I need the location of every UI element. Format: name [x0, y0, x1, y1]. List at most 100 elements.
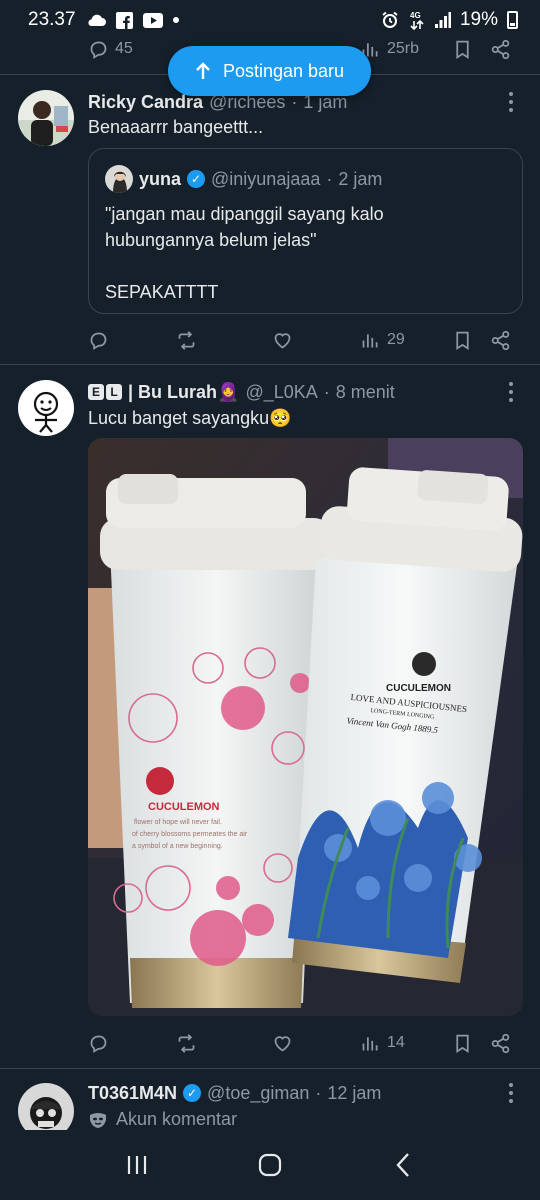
views-icon	[362, 1036, 378, 1050]
quote-line: "jangan mau dipanggil sayang kalo	[105, 204, 384, 224]
recent-apps-icon	[127, 1156, 146, 1174]
heart-icon	[274, 1035, 291, 1052]
mask-icon	[90, 1112, 106, 1128]
right-cup-brand: CUCULEMON	[386, 683, 451, 694]
separator: ·	[323, 381, 330, 402]
youtube-icon	[142, 12, 163, 28]
more-options-button[interactable]	[508, 92, 514, 112]
reply-button[interactable]	[88, 330, 109, 351]
reply-count: 45	[115, 40, 133, 57]
avatar[interactable]	[18, 380, 74, 436]
more-options-button[interactable]	[508, 382, 514, 402]
bookmark-icon	[456, 1034, 469, 1053]
network-4g-icon: 4G	[408, 10, 426, 30]
heart-icon	[274, 332, 291, 349]
reply-icon	[90, 41, 107, 59]
quoted-tweet[interactable]: yuna ✓ @iniyunajaaa · 2 jam "jangan mau …	[88, 148, 523, 314]
retweet-button[interactable]	[176, 1033, 197, 1054]
dot-icon	[509, 1099, 513, 1103]
separator: ·	[326, 168, 333, 189]
like-button[interactable]	[272, 330, 293, 351]
dot-icon	[509, 100, 513, 104]
bookmark-button[interactable]	[452, 39, 473, 60]
views-count: 29	[387, 331, 405, 348]
account-label-row: Akun komentar	[88, 1109, 237, 1130]
home-button[interactable]	[250, 1145, 290, 1185]
avatar[interactable]	[18, 90, 74, 146]
new-posts-label: Postingan baru	[222, 60, 345, 81]
left-cup-line: a symbol of a new beginning.	[132, 843, 223, 850]
verified-badge-icon: ✓	[183, 1084, 202, 1102]
share-button[interactable]	[490, 330, 511, 351]
dot-icon	[509, 1091, 513, 1095]
alarm-icon	[381, 11, 399, 29]
retweet-button[interactable]	[176, 330, 197, 351]
back-icon	[396, 1153, 410, 1177]
views-button[interactable]: 29	[360, 330, 405, 351]
cloud-icon	[86, 13, 106, 27]
badge-l: L	[106, 384, 122, 400]
quote-line: hubungannya belum jelas"	[105, 230, 317, 250]
display-name[interactable]: | Bu Lurah🧕	[128, 382, 239, 403]
views-button[interactable]: 25rb	[360, 39, 419, 60]
reply-icon	[90, 332, 107, 350]
display-name[interactable]: T0361M4N	[88, 1083, 177, 1104]
tweet-text: Lucu banget sayangku🥺	[88, 408, 292, 428]
views-icon	[362, 333, 378, 347]
tweet-text: Benaaarrr bangeettt...	[88, 117, 264, 137]
badge-e: E	[88, 384, 104, 400]
share-icon	[491, 39, 510, 59]
notification-dot-icon	[172, 17, 179, 23]
name-badges: E L	[88, 384, 122, 400]
account-label: Akun komentar	[116, 1109, 238, 1129]
quote-display-name: yuna	[139, 168, 182, 189]
user-handle[interactable]: @toe_giman	[207, 1083, 309, 1104]
share-icon	[491, 1033, 510, 1053]
dot-icon	[509, 1083, 513, 1087]
battery-percent: 19%	[459, 9, 498, 30]
system-navigation-bar	[0, 1130, 540, 1200]
bookmark-icon	[456, 331, 469, 350]
more-options-button[interactable]	[508, 1083, 514, 1103]
share-button[interactable]	[490, 1033, 511, 1054]
timestamp[interactable]: 12 jam	[327, 1083, 381, 1104]
bookmark-button[interactable]	[452, 330, 473, 351]
back-button[interactable]	[383, 1145, 423, 1185]
left-cup-line: flower of hope will never fail.	[134, 819, 222, 826]
like-button[interactable]	[272, 1033, 293, 1054]
timestamp[interactable]: 8 menit	[336, 382, 395, 403]
tweet-image[interactable]: CUCULEMON flower of hope will never fail…	[88, 438, 523, 1016]
quote-header: yuna ✓ @iniyunajaaa · 2 jam	[105, 165, 382, 193]
tweet-actions: 29	[88, 322, 520, 358]
share-button[interactable]	[490, 39, 511, 60]
tweet-actions: 14	[88, 1025, 520, 1061]
retweet-icon	[178, 1033, 195, 1053]
signal-icon	[434, 12, 451, 28]
reply-button[interactable]	[88, 1033, 109, 1054]
tweet-header: E L | Bu Lurah🧕 @_L0KA · 8 menit	[88, 380, 395, 404]
retweet-icon	[178, 330, 195, 350]
bookmark-icon	[456, 40, 469, 59]
bookmark-button[interactable]	[452, 1033, 473, 1054]
separator: ·	[315, 1082, 322, 1103]
dot-icon	[509, 108, 513, 112]
quote-text: "jangan mau dipanggil sayang kalo hubung…	[105, 201, 505, 305]
dot-icon	[509, 92, 513, 96]
recent-apps-button[interactable]	[117, 1145, 157, 1185]
user-handle[interactable]: @_L0KA	[245, 382, 317, 403]
quote-avatar	[105, 165, 133, 193]
views-button[interactable]: 14	[360, 1033, 405, 1054]
dot-icon	[509, 390, 513, 394]
views-count: 25rb	[387, 40, 420, 57]
divider	[0, 1068, 540, 1069]
reply-button[interactable]: 45	[88, 39, 133, 60]
dot-icon	[509, 382, 513, 386]
left-cup-line: of cherry blossoms permeates the air	[132, 831, 248, 838]
arrow-up-icon	[196, 62, 210, 79]
dot-icon	[509, 398, 513, 402]
battery-icon	[507, 11, 518, 29]
left-cup-brand: CUCULEMON	[148, 801, 220, 813]
new-posts-button[interactable]: Postingan baru	[168, 46, 371, 96]
svg-text:4G: 4G	[410, 11, 421, 20]
tweet-header: T0361M4N ✓ @toe_giman · 12 jam	[88, 1081, 381, 1105]
